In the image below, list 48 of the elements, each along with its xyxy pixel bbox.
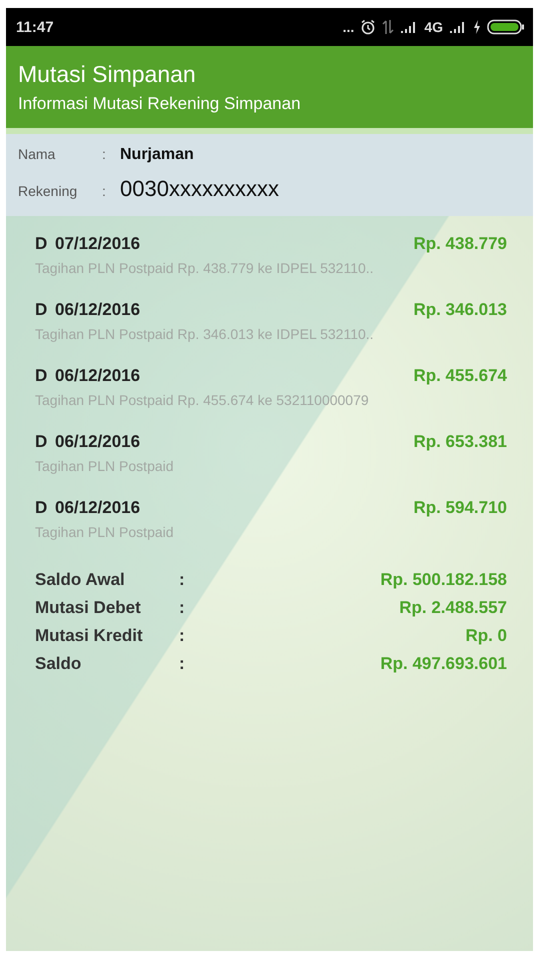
field-value: Nurjaman xyxy=(120,146,194,164)
transaction-type: D xyxy=(35,234,48,254)
field-label: Nama xyxy=(18,146,56,162)
transaction-date: 06/12/2016 xyxy=(55,300,140,320)
transaction-amount: Rp. 455.674 xyxy=(413,366,507,386)
summary-value: Rp. 2.488.557 xyxy=(399,598,507,618)
network-label: 4G xyxy=(424,19,443,35)
summary-label: Mutasi Debet xyxy=(35,598,142,618)
transaction-description: Tagihan PLN Postpaid Rp. 455.674 ke 532110000079 xyxy=(35,392,370,408)
summary-label: Saldo xyxy=(35,654,82,674)
battery-icon xyxy=(487,19,525,35)
transaction-type: D xyxy=(35,432,48,452)
separator-colon: : xyxy=(102,146,107,162)
transaction-type: D xyxy=(35,498,48,518)
field-label: Rekening xyxy=(18,183,78,199)
transaction-amount: Rp. 594.710 xyxy=(413,498,507,518)
alarm-icon xyxy=(360,19,376,35)
transaction-date: 06/12/2016 xyxy=(55,432,140,452)
separator-colon: : xyxy=(179,654,185,674)
transaction-amount: Rp. 438.779 xyxy=(413,234,507,254)
status-more: ... xyxy=(342,19,354,35)
separator-colon: : xyxy=(179,626,185,646)
summary-value: Rp. 497.693.601 xyxy=(380,654,507,674)
transaction-amount: Rp. 653.381 xyxy=(413,432,507,452)
transaction-description: Tagihan PLN Postpaid Rp. 438.779 ke IDPEL 532110.. xyxy=(35,260,375,276)
signal-icon xyxy=(449,20,467,34)
separator-colon: : xyxy=(179,598,185,618)
separator-colon: : xyxy=(102,183,107,199)
transaction-date: 07/12/2016 xyxy=(55,234,140,254)
transaction-date: 06/12/2016 xyxy=(55,366,140,386)
summary-label: Mutasi Kredit xyxy=(35,626,144,646)
transaction-type: D xyxy=(35,366,48,386)
summary-value: Rp. 500.182.158 xyxy=(380,570,507,590)
summary-label: Saldo Awal xyxy=(35,570,126,590)
transaction-amount: Rp. 346.013 xyxy=(413,300,507,320)
data-arrows-icon xyxy=(382,19,394,35)
transaction-description: Tagihan PLN Postpaid xyxy=(35,458,175,474)
transaction-description: Tagihan PLN Postpaid xyxy=(35,524,175,540)
separator-colon: : xyxy=(179,570,185,590)
page-title: Mutasi Simpanan xyxy=(18,61,197,88)
transaction-type: D xyxy=(35,300,48,320)
lightning-icon xyxy=(473,20,481,34)
transaction-description: Tagihan PLN Postpaid Rp. 346.013 ke IDPEL 532110.. xyxy=(35,326,375,342)
page-subtitle: Informasi Mutasi Rekening Simpanan xyxy=(18,94,302,114)
transaction-date: 06/12/2016 xyxy=(55,498,140,518)
field-value: 0030xxxxxxxxxx xyxy=(120,176,279,202)
summary-value: Rp. 0 xyxy=(465,626,507,646)
status-time: 11:47 xyxy=(16,18,54,36)
